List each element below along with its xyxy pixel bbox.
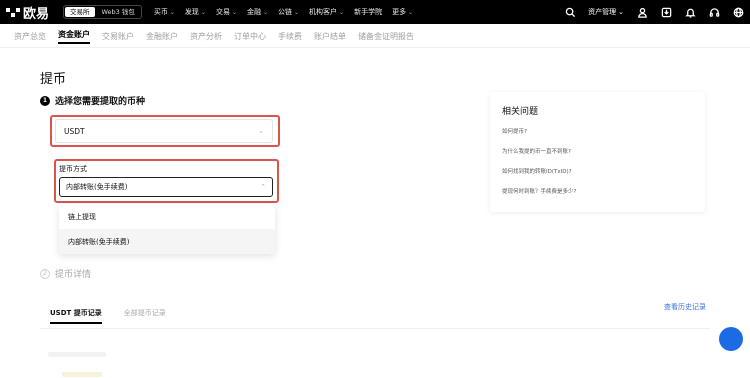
- brand-name: 欧易: [23, 6, 50, 22]
- okx-logo-icon: [6, 7, 20, 17]
- withdraw-record-tabs: USDT 提币记录 全部提币记录: [50, 308, 166, 324]
- chevron-down-icon: ⌄: [262, 8, 269, 16]
- headset-icon[interactable]: [708, 6, 720, 18]
- globe-icon[interactable]: [732, 6, 744, 18]
- chevron-down-icon: ⌄: [231, 8, 237, 16]
- method-select-value: 内部转账(免手续费): [66, 183, 128, 191]
- tab-asset-analysis[interactable]: 资产分析: [190, 31, 222, 42]
- nav-label: 买币: [153, 8, 168, 16]
- account-subtabs: 资产总览 资金账户 交易账户 金融账户 资产分析 订单中心 手续费 账户结单 储…: [14, 28, 414, 44]
- tab-usdt-records[interactable]: USDT 提币记录: [50, 308, 102, 324]
- method-dropdown: 链上提现 内部转账(免手续费): [59, 204, 275, 254]
- nav-label: 更多: [392, 8, 407, 16]
- top-navigation-bar: 欧易 交易所 Web3 钱包 买币 ⌄ 发现 ⌄ 交易 ⌄ 金融 ⌄ 公链 ⌄ 机构客户 ⌄…: [0, 0, 750, 24]
- tab-fees[interactable]: 手续费: [278, 31, 302, 42]
- records-divider: [40, 328, 710, 329]
- nav-label: 发现: [184, 8, 199, 16]
- step-label: 选择您需要提取的币种: [55, 97, 146, 107]
- nav-label: 交易: [215, 8, 230, 16]
- nav-label: 机构客户: [309, 8, 338, 16]
- step-number: 1: [40, 95, 50, 106]
- chevron-up-icon: ⌃: [260, 183, 266, 191]
- nav-discover[interactable]: 发现 ⌄: [185, 7, 206, 17]
- option-onchain-withdraw[interactable]: 链上提现: [59, 204, 275, 229]
- asset-manager-menu[interactable]: 资产管理 ⌄: [588, 7, 624, 17]
- faq-link[interactable]: 如何找到我的转账ID(TxID)?: [502, 167, 693, 175]
- step-label: 提币详情: [55, 270, 92, 280]
- tab-proof-of-reserves[interactable]: 储备金证明报告: [358, 31, 414, 42]
- option-internal-transfer[interactable]: 内部转账(免手续费): [59, 229, 275, 254]
- step-select-coin: 1 选择您需要提取的币种: [40, 94, 145, 107]
- nav-more[interactable]: 更多 ⌄: [392, 7, 413, 17]
- view-history-link[interactable]: 查看历史记录: [664, 302, 706, 312]
- method-label: 提币方式: [59, 165, 87, 173]
- chevron-down-icon: ⌄: [258, 127, 264, 135]
- nav-finance[interactable]: 金融 ⌄: [247, 7, 268, 17]
- faq-link[interactable]: 为什么我提的币一直不到账?: [502, 147, 693, 155]
- mode-switch: 交易所 Web3 钱包: [63, 5, 142, 19]
- nav-chain[interactable]: 公链 ⌄: [278, 7, 299, 17]
- mode-web3-wallet[interactable]: Web3 钱包: [97, 7, 140, 17]
- subtab-divider: [0, 47, 750, 48]
- nav-learn[interactable]: 新手学院: [354, 7, 382, 17]
- logo[interactable]: 欧易: [6, 3, 49, 22]
- topbar-actions: 资产管理 ⌄: [564, 6, 744, 18]
- tab-all-records[interactable]: 全部提币记录: [124, 308, 166, 324]
- mode-exchange[interactable]: 交易所: [65, 7, 95, 17]
- chevron-down-icon: ⌄: [408, 8, 414, 16]
- nav-label: 金融: [246, 8, 261, 16]
- download-icon[interactable]: [660, 6, 672, 18]
- nav-trade[interactable]: 交易 ⌄: [216, 7, 237, 17]
- tab-account-statement[interactable]: 账户结单: [314, 31, 346, 42]
- bell-icon[interactable]: [684, 6, 696, 18]
- user-icon[interactable]: [636, 6, 648, 18]
- chevron-down-icon: ⌄: [169, 8, 175, 16]
- asset-manager-label: 资产管理: [588, 8, 617, 16]
- chevron-down-icon: ⌄: [200, 8, 206, 16]
- step-number: 2: [40, 268, 50, 279]
- main-nav: 买币 ⌄ 发现 ⌄ 交易 ⌄ 金融 ⌄ 公链 ⌄ 机构客户 ⌄ 新手学院 更多 ⌄: [154, 7, 413, 17]
- tab-order-center[interactable]: 订单中心: [234, 31, 266, 42]
- step-withdraw-details: 2 提币详情: [40, 267, 91, 280]
- nav-buy-crypto[interactable]: 买币 ⌄: [154, 7, 175, 17]
- nav-label: 公链: [278, 8, 293, 16]
- tab-finance-account[interactable]: 金融账户: [146, 31, 178, 42]
- coin-select[interactable]: USDT ⌄: [55, 119, 273, 143]
- withdraw-method-select[interactable]: 内部转账(免手续费) ⌃: [59, 177, 273, 197]
- chevron-down-icon: ⌄: [339, 8, 345, 16]
- nav-institutional[interactable]: 机构客户 ⌄: [309, 7, 344, 17]
- support-chat-button[interactable]: [719, 327, 743, 351]
- faq-panel: 相关问题 如何提币? 为什么我提的币一直不到账? 如何找到我的转账ID(TxID…: [490, 92, 705, 212]
- tab-funding-account[interactable]: 资金账户: [58, 29, 90, 44]
- chevron-down-icon: ⌄: [294, 8, 300, 16]
- faq-title: 相关问题: [502, 107, 539, 117]
- tab-trading-account[interactable]: 交易账户: [102, 31, 134, 42]
- nav-label: 新手学院: [354, 8, 383, 16]
- chevron-down-icon: ⌄: [618, 8, 624, 16]
- tab-asset-overview[interactable]: 资产总览: [14, 31, 46, 42]
- loading-placeholder: [62, 372, 102, 377]
- page-title: 提币: [40, 72, 67, 87]
- faq-link[interactable]: 如何提币?: [502, 127, 693, 135]
- loading-placeholder: [48, 352, 106, 357]
- search-icon[interactable]: [564, 6, 576, 18]
- coin-select-value: USDT: [64, 126, 85, 136]
- faq-link[interactable]: 提现何时到账？手续费是多少?: [502, 187, 693, 195]
